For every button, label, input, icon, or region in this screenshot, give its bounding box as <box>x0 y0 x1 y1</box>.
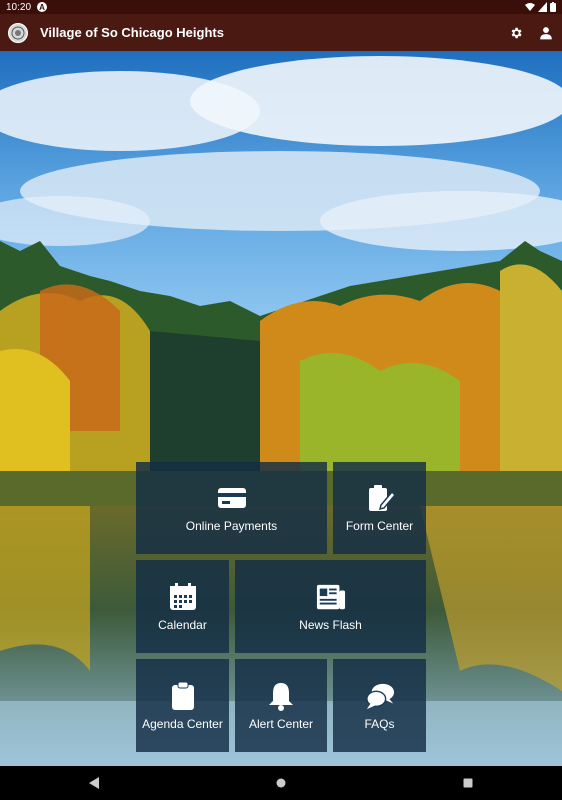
tile-alert-center[interactable]: Alert Center <box>235 659 327 752</box>
system-nav-bar <box>0 766 562 800</box>
chat-bubbles-icon <box>365 681 395 711</box>
clipboard-icon <box>168 681 198 711</box>
tile-news-flash[interactable]: News Flash <box>235 560 426 653</box>
bell-icon <box>266 681 296 711</box>
tile-calendar[interactable]: Calendar <box>136 560 229 653</box>
tile-label: FAQs <box>364 716 395 731</box>
tile-agenda-center[interactable]: Agenda Center <box>136 659 229 752</box>
recents-icon[interactable] <box>458 773 478 793</box>
back-icon[interactable] <box>84 773 104 793</box>
credit-card-icon <box>217 483 247 513</box>
tile-label: Alert Center <box>248 716 314 731</box>
newspaper-icon <box>316 582 346 612</box>
menu-tiles: Online Payments Form Center Calendar New… <box>0 0 562 800</box>
home-icon[interactable] <box>271 773 291 793</box>
tile-label: Form Center <box>345 519 414 533</box>
tile-form-center[interactable]: Form Center <box>333 462 426 554</box>
tile-label: Calendar <box>158 617 207 632</box>
tile-label: News Flash <box>299 617 362 632</box>
calendar-icon <box>168 582 198 612</box>
tile-online-payments[interactable]: Online Payments <box>136 462 327 554</box>
clipboard-edit-icon <box>365 483 395 513</box>
tile-label: Agenda Center <box>142 716 223 731</box>
tile-faqs[interactable]: FAQs <box>333 659 426 752</box>
tile-label: Online Payments <box>185 519 278 533</box>
